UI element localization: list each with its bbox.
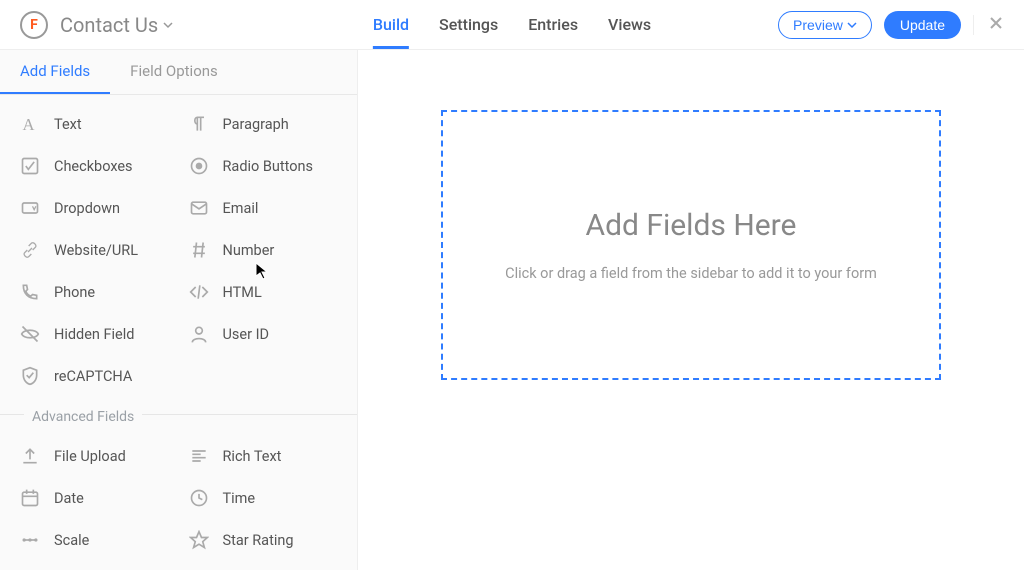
chevron-down-icon bbox=[162, 19, 174, 31]
preview-button[interactable]: Preview bbox=[778, 11, 872, 39]
field-hidden[interactable]: Hidden Field bbox=[10, 313, 179, 355]
field-email[interactable]: Email bbox=[179, 187, 348, 229]
field-label: HTML bbox=[223, 284, 262, 301]
clock-icon bbox=[189, 488, 209, 508]
nav-entries[interactable]: Entries bbox=[528, 0, 578, 49]
scale-icon bbox=[20, 530, 40, 550]
field-label: Date bbox=[54, 490, 84, 507]
field-label: User ID bbox=[223, 326, 270, 343]
field-label: Star Rating bbox=[223, 532, 294, 549]
field-radio[interactable]: Radio Buttons bbox=[179, 145, 348, 187]
close-icon bbox=[988, 15, 1004, 31]
rich-text-icon bbox=[189, 446, 209, 466]
field-html[interactable]: HTML bbox=[179, 271, 348, 313]
email-icon bbox=[189, 198, 209, 218]
chevron-down-icon bbox=[847, 20, 857, 30]
field-label: Email bbox=[223, 200, 259, 217]
text-icon: A bbox=[20, 114, 40, 134]
update-button[interactable]: Update bbox=[884, 11, 961, 39]
field-recaptcha[interactable]: reCAPTCHA bbox=[10, 355, 179, 397]
preview-label: Preview bbox=[793, 17, 843, 33]
dropzone-subtitle: Click or drag a field from the sidebar t… bbox=[505, 265, 877, 282]
field-dropdown[interactable]: Dropdown bbox=[10, 187, 179, 229]
calendar-icon bbox=[20, 488, 40, 508]
dropdown-icon bbox=[20, 198, 40, 218]
form-title-text: Contact Us bbox=[60, 13, 158, 37]
app-logo: F bbox=[20, 11, 48, 39]
upload-icon bbox=[20, 446, 40, 466]
field-label: Phone bbox=[54, 284, 95, 301]
link-icon bbox=[20, 240, 40, 260]
user-icon bbox=[189, 324, 209, 344]
field-label: Rich Text bbox=[223, 448, 282, 465]
star-icon bbox=[189, 530, 209, 550]
checkbox-icon bbox=[20, 156, 40, 176]
field-date[interactable]: Date bbox=[10, 477, 179, 519]
close-button[interactable] bbox=[973, 15, 1004, 35]
nav-build[interactable]: Build bbox=[373, 0, 409, 49]
field-user-id[interactable]: User ID bbox=[179, 313, 348, 355]
field-label: Dropdown bbox=[54, 200, 120, 217]
field-number[interactable]: Number bbox=[179, 229, 348, 271]
dropzone-title: Add Fields Here bbox=[586, 208, 797, 243]
field-label: Time bbox=[223, 490, 256, 507]
field-label: Website/URL bbox=[54, 242, 138, 259]
tab-add-fields[interactable]: Add Fields bbox=[0, 50, 110, 94]
field-label: File Upload bbox=[54, 448, 126, 465]
field-phone[interactable]: Phone bbox=[10, 271, 179, 313]
field-star[interactable]: Star Rating bbox=[179, 519, 348, 561]
field-checkboxes[interactable]: Checkboxes bbox=[10, 145, 179, 187]
field-label: Text bbox=[54, 116, 82, 133]
field-paragraph[interactable]: Paragraph bbox=[179, 103, 348, 145]
field-label: Radio Buttons bbox=[223, 158, 314, 175]
radio-icon bbox=[189, 156, 209, 176]
hash-icon bbox=[189, 240, 209, 260]
code-icon bbox=[189, 282, 209, 302]
shield-icon bbox=[20, 366, 40, 386]
logo-glyph: F bbox=[30, 17, 38, 33]
nav-views[interactable]: Views bbox=[608, 0, 651, 49]
field-label: Scale bbox=[54, 532, 89, 549]
form-title-dropdown[interactable]: Contact Us bbox=[60, 13, 174, 37]
eye-off-icon bbox=[20, 324, 40, 344]
paragraph-icon bbox=[189, 114, 209, 134]
field-label: Hidden Field bbox=[54, 326, 134, 343]
nav-settings[interactable]: Settings bbox=[439, 0, 498, 49]
form-canvas: Add Fields Here Click or drag a field fr… bbox=[358, 50, 1024, 570]
advanced-fields-label: Advanced Fields bbox=[0, 401, 357, 427]
field-file-upload[interactable]: File Upload bbox=[10, 435, 179, 477]
dropzone[interactable]: Add Fields Here Click or drag a field fr… bbox=[441, 110, 941, 380]
field-label: reCAPTCHA bbox=[54, 368, 132, 385]
field-text[interactable]: A Text bbox=[10, 103, 179, 145]
field-time[interactable]: Time bbox=[179, 477, 348, 519]
tab-field-options[interactable]: Field Options bbox=[110, 50, 238, 94]
field-label: Paragraph bbox=[223, 116, 289, 133]
field-label: Checkboxes bbox=[54, 158, 133, 175]
svg-text:A: A bbox=[23, 115, 35, 134]
field-rich-text[interactable]: Rich Text bbox=[179, 435, 348, 477]
sidebar: Add Fields Field Options A Text Paragrap… bbox=[0, 50, 358, 570]
field-website[interactable]: Website/URL bbox=[10, 229, 179, 271]
field-label: Number bbox=[223, 242, 275, 259]
field-scale[interactable]: Scale bbox=[10, 519, 179, 561]
phone-icon bbox=[20, 282, 40, 302]
